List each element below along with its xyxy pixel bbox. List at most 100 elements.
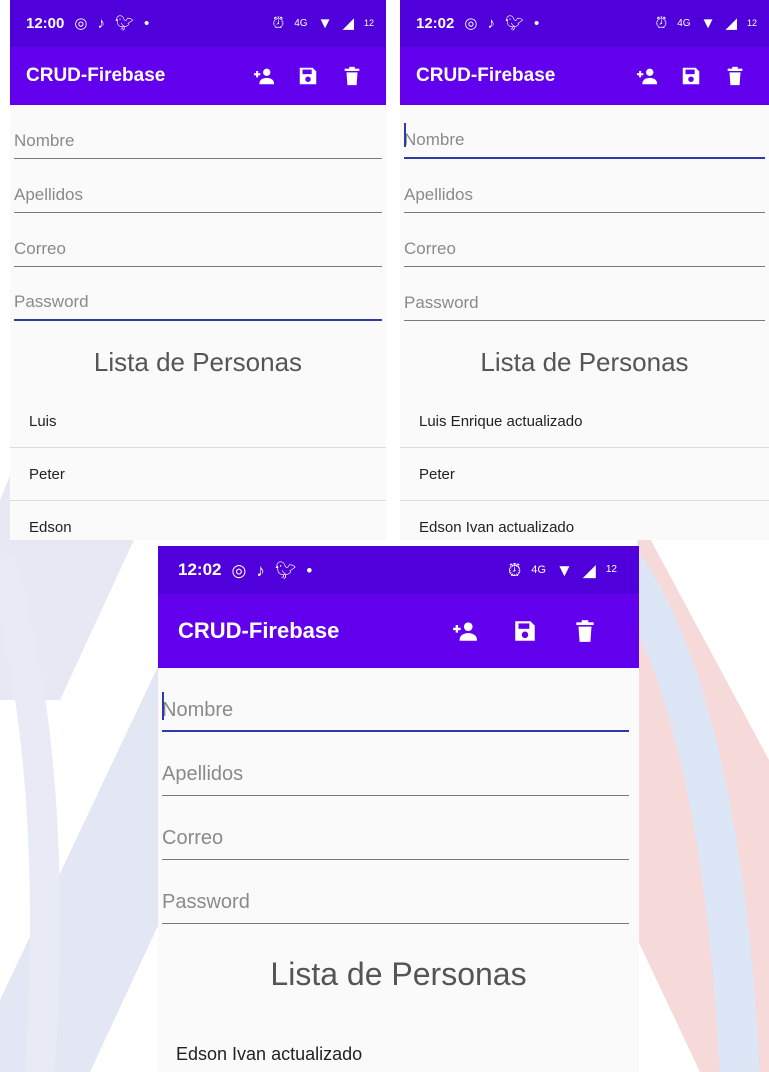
list-item[interactable]: Edson — [10, 501, 386, 540]
phone-screen-1: 12:00 ◎ ♪ 🐦︎ • ⏰︎ 4G ▼ ◢ 12 CRUD-Firebas… — [10, 0, 386, 540]
apellidos-field-wrap — [14, 159, 382, 213]
apellidos-field-wrap — [162, 736, 629, 796]
twitter-icon: 🐦︎ — [114, 15, 135, 32]
password-field[interactable] — [162, 864, 629, 923]
password-field[interactable] — [14, 267, 382, 319]
list-item[interactable]: Peter — [400, 448, 769, 501]
person-list: Luis Enrique actualizado Peter Edson Iva… — [400, 395, 769, 540]
phone-screen-3: 12:02 ◎ ♪ 🐦︎ • ⏰︎ 4G ▼ ◢ 12 CRUD-Firebas… — [158, 546, 639, 1072]
apellidos-field-wrap — [404, 159, 765, 213]
correo-field[interactable] — [404, 213, 765, 266]
tiktok-icon: ♪ — [97, 15, 105, 32]
apellidos-field[interactable] — [162, 736, 629, 795]
dot-icon: • — [144, 15, 150, 32]
volte-icon: 4G — [294, 17, 308, 29]
status-bar: 12:02 ◎ ♪ 🐦︎ • ⏰︎ 4G ▼ ◢ 12 — [158, 546, 639, 594]
password-field-wrap — [162, 864, 629, 924]
twitter-icon: 🐦︎ — [504, 15, 525, 32]
list-title: Lista de Personas — [93, 347, 303, 377]
toolbar-actions — [435, 609, 615, 653]
battery-icon: 12 — [363, 18, 374, 28]
volte-icon: 4G — [531, 563, 546, 576]
alarm-icon: ⏰︎ — [655, 15, 668, 32]
app-title: CRUD-Firebase — [26, 65, 166, 86]
battery-icon: 12 — [605, 564, 617, 575]
signal-icon: ◢ — [582, 560, 596, 580]
wifi-icon: ▼ — [317, 15, 333, 32]
person-form — [158, 672, 639, 924]
person-list: Luis Peter Edson — [10, 395, 386, 540]
toolbar-actions — [625, 56, 757, 96]
list-item[interactable]: Luis — [10, 395, 386, 448]
correo-field[interactable] — [14, 213, 382, 266]
nombre-field[interactable] — [404, 105, 765, 157]
wifi-icon: ▼ — [555, 560, 573, 580]
password-field-wrap — [404, 267, 765, 321]
correo-field[interactable] — [162, 800, 629, 859]
app-bar: CRUD-Firebase — [10, 47, 386, 105]
battery-icon: 12 — [746, 18, 757, 28]
person-form — [10, 105, 386, 321]
person-list: Edson Ivan actualizado — [158, 1024, 639, 1072]
status-time: 12:00 — [26, 15, 65, 32]
list-title: Lista de Personas — [270, 956, 527, 992]
nombre-field-wrap — [162, 672, 629, 732]
alarm-icon: ⏰︎ — [272, 15, 285, 32]
nombre-field[interactable] — [162, 672, 629, 730]
password-field[interactable] — [404, 267, 765, 320]
add-person-icon — [452, 618, 478, 644]
add-person-button[interactable] — [435, 609, 495, 653]
app-bar: CRUD-Firebase — [158, 594, 639, 668]
delete-button[interactable] — [330, 56, 374, 96]
whatsapp-icon: ◎ — [464, 15, 478, 32]
nombre-field[interactable] — [14, 105, 382, 158]
text-cursor — [162, 692, 164, 720]
delete-button[interactable] — [555, 609, 615, 653]
delete-button[interactable] — [713, 56, 757, 96]
whatsapp-icon: ◎ — [231, 560, 247, 580]
whatsapp-icon: ◎ — [74, 15, 88, 32]
apellidos-field[interactable] — [14, 159, 382, 212]
add-person-icon — [636, 65, 658, 87]
save-icon — [512, 618, 538, 644]
list-item[interactable]: Luis Enrique actualizado — [400, 395, 769, 448]
delete-icon — [341, 65, 363, 87]
save-button[interactable] — [669, 56, 713, 96]
password-field-wrap — [14, 267, 382, 321]
app-title: CRUD-Firebase — [416, 65, 556, 86]
status-bar: 12:02 ◎ ♪ 🐦︎ • ⏰︎ 4G ▼ ◢ 12 — [400, 0, 769, 47]
list-item[interactable]: Edson Ivan actualizado — [400, 501, 769, 540]
tiktok-icon: ♪ — [487, 15, 495, 32]
apellidos-field[interactable] — [404, 159, 765, 212]
list-title: Lista de Personas — [480, 347, 689, 377]
add-person-button[interactable] — [242, 56, 286, 96]
wifi-icon: ▼ — [700, 15, 716, 32]
add-person-button[interactable] — [625, 56, 669, 96]
phone-screen-2: 12:02 ◎ ♪ 🐦︎ • ⏰︎ 4G ▼ ◢ 12 CRUD-Firebas… — [400, 0, 769, 540]
dot-icon: • — [534, 15, 540, 32]
status-bar: 12:00 ◎ ♪ 🐦︎ • ⏰︎ 4G ▼ ◢ 12 — [10, 0, 386, 47]
person-form — [400, 105, 769, 321]
correo-field-wrap — [14, 213, 382, 267]
alarm-icon: ⏰︎ — [508, 560, 522, 580]
status-time: 12:02 — [416, 15, 455, 32]
correo-field-wrap — [404, 213, 765, 267]
status-time: 12:02 — [178, 560, 222, 579]
twitter-icon: 🐦︎ — [274, 560, 297, 580]
save-icon — [297, 65, 319, 87]
toolbar-actions — [242, 56, 374, 96]
correo-field-wrap — [162, 800, 629, 860]
save-icon — [680, 65, 702, 87]
list-item[interactable]: Peter — [10, 448, 386, 501]
volte-icon: 4G — [677, 17, 691, 29]
save-button[interactable] — [286, 56, 330, 96]
signal-icon: ◢ — [342, 15, 354, 32]
add-person-icon — [253, 65, 275, 87]
list-item[interactable]: Edson Ivan actualizado — [158, 1024, 639, 1072]
dot-icon: • — [306, 560, 313, 580]
text-cursor — [404, 123, 406, 147]
tiktok-icon: ♪ — [256, 560, 265, 580]
app-title: CRUD-Firebase — [178, 618, 340, 643]
app-bar: CRUD-Firebase — [400, 47, 769, 105]
save-button[interactable] — [495, 609, 555, 653]
